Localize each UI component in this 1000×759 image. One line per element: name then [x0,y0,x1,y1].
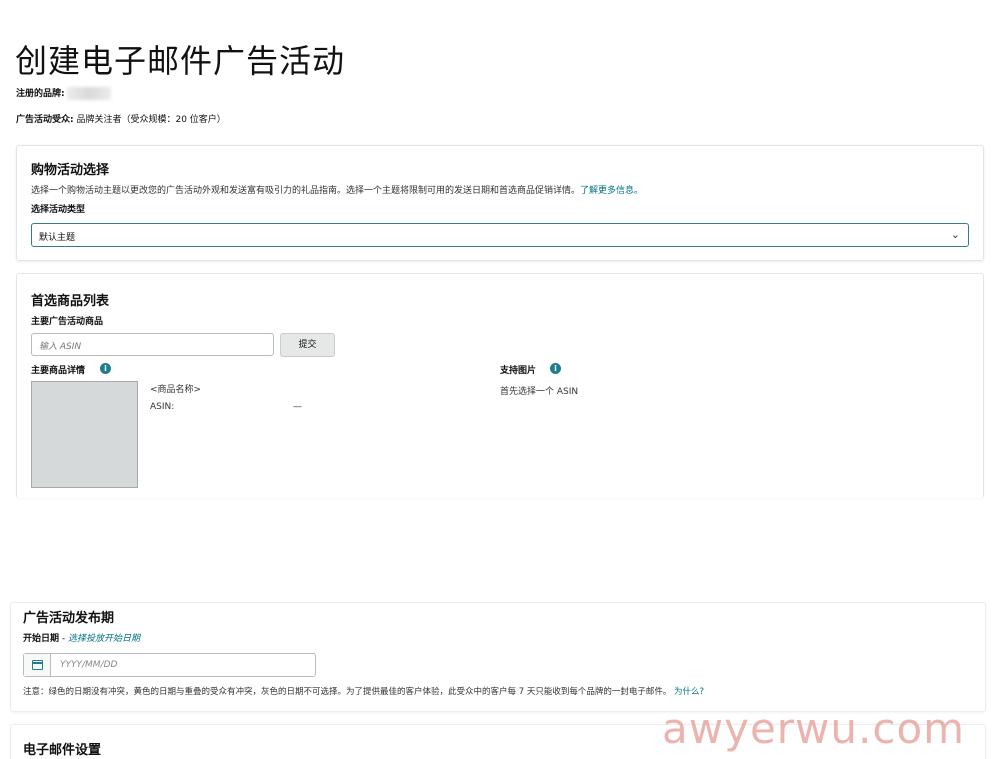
shopping-selection-panel: 购物活动选择 选择一个购物活动主题以更改您的广告活动外观和发送富有吸引力的礼品指… [16,145,984,261]
learn-more-link[interactable]: 了解更多信息。 [580,186,643,196]
email-settings-heading: 电子邮件设置 [23,743,102,758]
campaign-schedule-panel: 广告活动发布期 开始日期 - 选择投放开始日期 YYYY/MM/DD 注意：绿色… [10,602,986,712]
product-asin-label: ASIN: [150,402,175,412]
info-icon[interactable]: i [550,363,561,374]
product-details-label: 主要商品详情 [31,366,86,376]
brand-label: 注册的品牌: [16,89,65,99]
brand-line: 注册的品牌: [16,86,111,100]
start-date-separator: - [59,634,68,644]
activity-type-value: 默认主题 [39,233,76,243]
audience-line: 广告活动受众: 品牌关注者（受众规模：20 位客户） [16,112,226,125]
product-name: <商品名称> [150,385,202,395]
start-date-hint: 选择投放开始日期 [68,634,141,644]
start-date-label: 开始日期 - 选择投放开始日期 [23,631,140,644]
why-link[interactable]: 为什么? [674,687,704,697]
activity-type-select[interactable]: 默认主题 ⌄ [31,223,969,247]
shopping-heading: 购物活动选择 [31,163,110,178]
calendar-icon [32,660,43,670]
schedule-heading: 广告活动发布期 [23,611,115,626]
activity-type-label: 选择活动类型 [31,205,86,215]
brand-value-redacted [66,87,111,100]
start-date-label-text: 开始日期 [23,634,60,644]
watermark: awyerwu.com [662,704,966,753]
submit-button[interactable]: 提交 [280,333,335,357]
shopping-description: 选择一个购物活动主题以更改您的广告活动外观和发送富有吸引力的礼品指南。选择一个主… [31,183,643,196]
chevron-down-icon: ⌄ [950,228,960,241]
products-heading: 首选商品列表 [31,294,110,309]
main-product-label: 主要广告活动商品 [31,317,104,327]
preferred-products-panel: 首选商品列表 主要广告活动商品 输入 ASIN 提交 主要商品详情 i <商品名… [16,273,984,498]
page-title: 创建电子邮件广告活动 [15,42,346,80]
calendar-button[interactable] [24,654,51,676]
schedule-note: 注意：绿色的日期没有冲突，黄色的日期与重叠的受众有冲突，灰色的日期不可选择。为了… [23,685,983,697]
asin-input[interactable]: 输入 ASIN [31,333,274,356]
audience-label: 广告活动受众: [16,115,74,125]
support-images-label: 支持图片 [500,366,537,376]
info-icon[interactable]: i [100,363,111,374]
product-image-placeholder [31,381,138,488]
start-date-field[interactable]: YYYY/MM/DD [23,653,316,677]
product-asin-value: — [293,402,302,412]
shopping-description-text: 选择一个购物活动主题以更改您的广告活动外观和发送富有吸引力的礼品指南。选择一个主… [31,186,581,196]
audience-value: 品牌关注者（受众规模：20 位客户） [76,115,226,125]
date-placeholder: YYYY/MM/DD [60,660,118,670]
support-images-hint: 首先选择一个 ASIN [500,387,579,397]
schedule-note-text: 注意：绿色的日期没有冲突，黄色的日期与重叠的受众有冲突，灰色的日期不可选择。为了… [23,687,672,697]
